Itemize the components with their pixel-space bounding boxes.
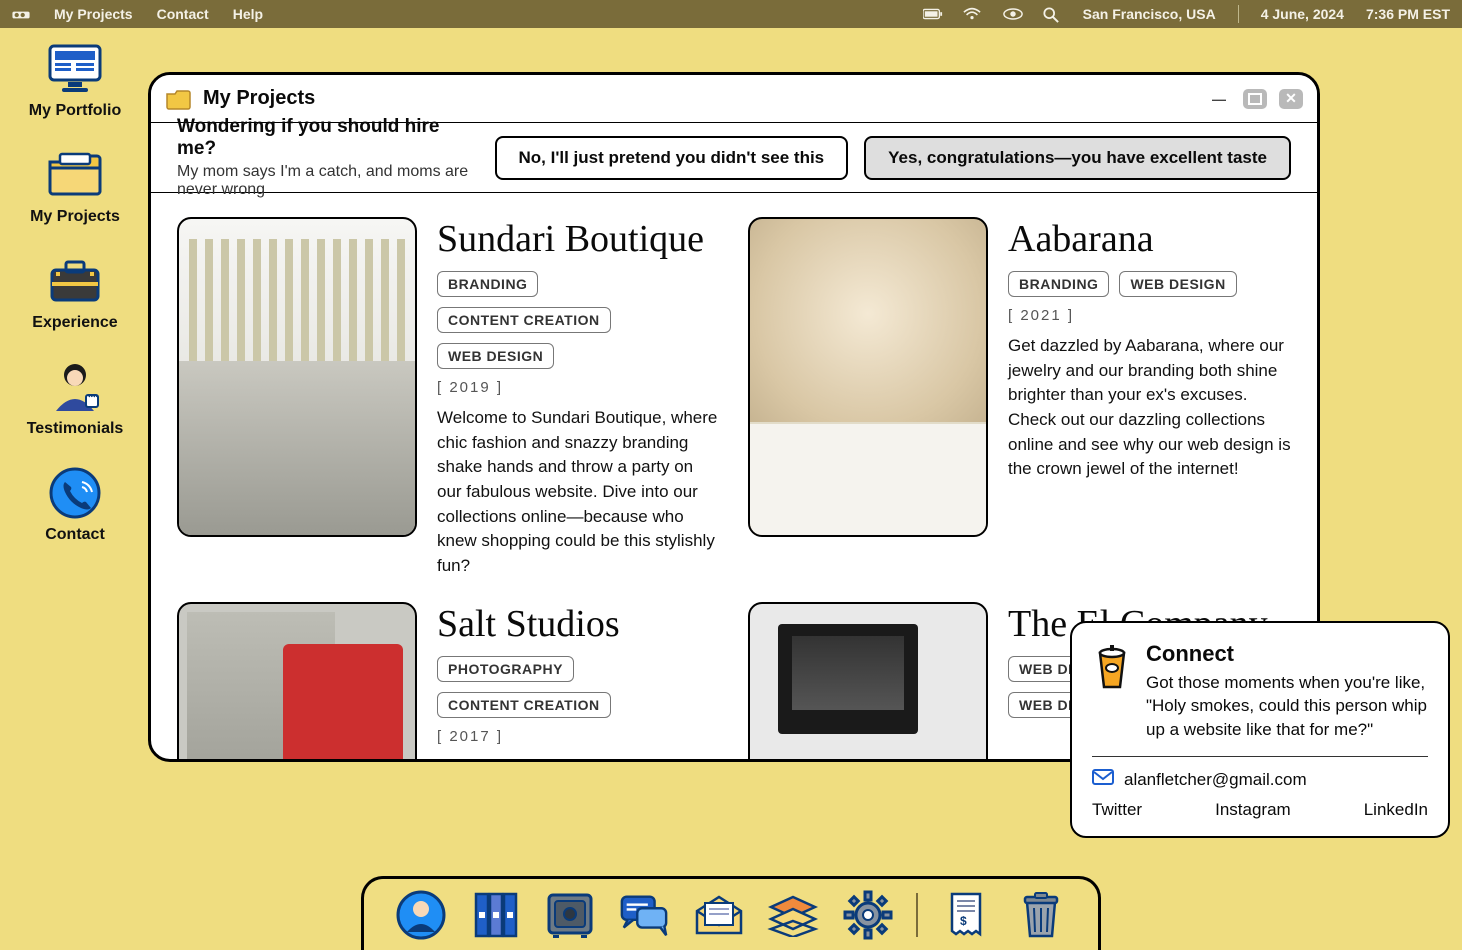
project-description: Welcome to Sundari Boutique, where chic … xyxy=(437,406,720,578)
dock-divider xyxy=(916,893,918,937)
hire-yes-button[interactable]: Yes, congratulations—you have excellent … xyxy=(864,136,1291,180)
mail-icon xyxy=(1092,769,1114,790)
project-tag: CONTENT CREATION xyxy=(437,692,611,718)
project-tag: PHOTOGRAPHY xyxy=(437,656,574,682)
project-description: Step into Salt Studios, where our photos… xyxy=(437,755,720,762)
sidebar-item-label: My Portfolio xyxy=(29,102,121,120)
menubar-item[interactable]: My Projects xyxy=(54,6,133,22)
dock-chat-icon[interactable] xyxy=(618,889,670,941)
svg-text:$: $ xyxy=(960,914,967,928)
sidebar-item-projects[interactable]: My Projects xyxy=(30,150,120,226)
minimize-button[interactable]: — xyxy=(1207,89,1231,109)
project-year: [ 2021 ] xyxy=(1008,307,1291,324)
project-thumbnail xyxy=(177,217,417,537)
menubar-time: 7:36 PM EST xyxy=(1366,6,1450,22)
menubar: My Projects Contact Help San Francisco, … xyxy=(0,0,1462,28)
menubar-item[interactable]: Contact xyxy=(157,6,209,22)
sidebar-item-testimonials[interactable]: Testimonials xyxy=(27,362,124,438)
divider xyxy=(1238,5,1239,23)
project-tag: WEB DESIGN xyxy=(1119,271,1236,297)
dock: $ xyxy=(361,876,1101,950)
app-logo-icon xyxy=(12,8,30,20)
project-card[interactable]: Salt Studios PHOTOGRAPHY CONTENT CREATIO… xyxy=(177,602,720,762)
connect-email-row[interactable]: alanfletcher@gmail.com xyxy=(1092,769,1428,790)
close-button[interactable]: ✕ xyxy=(1279,89,1303,109)
project-card[interactable]: Sundari Boutique BRANDING CONTENT CREATI… xyxy=(177,217,720,578)
search-icon[interactable] xyxy=(1043,7,1061,21)
prompt-subtext: My mom says I'm a catch, and moms are ne… xyxy=(177,163,473,199)
maximize-button[interactable] xyxy=(1243,89,1267,109)
project-tag: CONTENT CREATION xyxy=(437,307,611,333)
briefcase-icon xyxy=(45,256,105,306)
dock-avatar-icon[interactable] xyxy=(395,889,447,941)
sidebar-item-label: Experience xyxy=(32,314,117,332)
coffee-icon xyxy=(1092,641,1132,691)
sidebar-item-portfolio[interactable]: My Portfolio xyxy=(29,44,121,120)
project-title: Sundari Boutique xyxy=(437,217,720,261)
dock-safe-icon[interactable] xyxy=(544,889,596,941)
menubar-item[interactable]: Help xyxy=(233,6,263,22)
eye-icon xyxy=(1003,7,1021,21)
connect-popup: Connect Got those moments when you're li… xyxy=(1070,621,1450,838)
project-card[interactable]: Aabarana BRANDING WEB DESIGN [ 2021 ] Ge… xyxy=(748,217,1291,578)
menubar-location: San Francisco, USA xyxy=(1083,6,1216,22)
dock-files-icon[interactable] xyxy=(470,889,522,941)
person-icon xyxy=(45,362,105,412)
prompt-headline: Wondering if you should hire me? xyxy=(177,116,473,160)
project-thumbnail xyxy=(748,602,988,762)
social-link-twitter[interactable]: Twitter xyxy=(1092,800,1142,820)
wifi-icon xyxy=(963,7,981,21)
hire-prompt-bar: Wondering if you should hire me? My mom … xyxy=(151,123,1317,193)
hire-no-button[interactable]: No, I'll just pretend you didn't see thi… xyxy=(495,136,849,180)
connect-email: alanfletcher@gmail.com xyxy=(1124,770,1307,790)
phone-icon xyxy=(45,468,105,518)
menubar-date: 4 June, 2024 xyxy=(1261,6,1344,22)
folder-icon xyxy=(45,150,105,200)
sidebar-item-label: My Projects xyxy=(30,208,120,226)
desktop-sidebar: My Portfolio My Projects Experience Test… xyxy=(0,40,150,544)
battery-icon xyxy=(923,7,941,21)
window-title: My Projects xyxy=(203,87,315,110)
project-year: [ 2017 ] xyxy=(437,728,720,745)
social-link-linkedin[interactable]: LinkedIn xyxy=(1364,800,1428,820)
project-tag: BRANDING xyxy=(437,271,538,297)
project-year: [ 2019 ] xyxy=(437,379,720,396)
dock-mail-icon[interactable] xyxy=(693,889,745,941)
sidebar-item-contact[interactable]: Contact xyxy=(45,468,105,544)
sidebar-item-label: Contact xyxy=(45,526,105,544)
dock-receipt-icon[interactable]: $ xyxy=(940,889,992,941)
project-description: Get dazzled by Aabarana, where our jewel… xyxy=(1008,334,1291,482)
sidebar-item-label: Testimonials xyxy=(27,420,124,438)
dock-trash-icon[interactable] xyxy=(1015,889,1067,941)
folder-icon xyxy=(165,88,191,110)
project-tag: BRANDING xyxy=(1008,271,1109,297)
connect-text: Got those moments when you're like, "Hol… xyxy=(1146,671,1428,742)
monitor-icon xyxy=(45,44,105,94)
sidebar-item-experience[interactable]: Experience xyxy=(32,256,117,332)
project-title: Aabarana xyxy=(1008,217,1291,261)
project-thumbnail xyxy=(748,217,988,537)
divider xyxy=(1092,756,1428,757)
project-tag: WEB DESIGN xyxy=(437,343,554,369)
connect-title: Connect xyxy=(1146,641,1428,667)
social-link-instagram[interactable]: Instagram xyxy=(1215,800,1291,820)
dock-layers-icon[interactable] xyxy=(767,889,819,941)
project-thumbnail xyxy=(177,602,417,762)
dock-settings-icon[interactable] xyxy=(842,889,894,941)
project-title: Salt Studios xyxy=(437,602,720,646)
